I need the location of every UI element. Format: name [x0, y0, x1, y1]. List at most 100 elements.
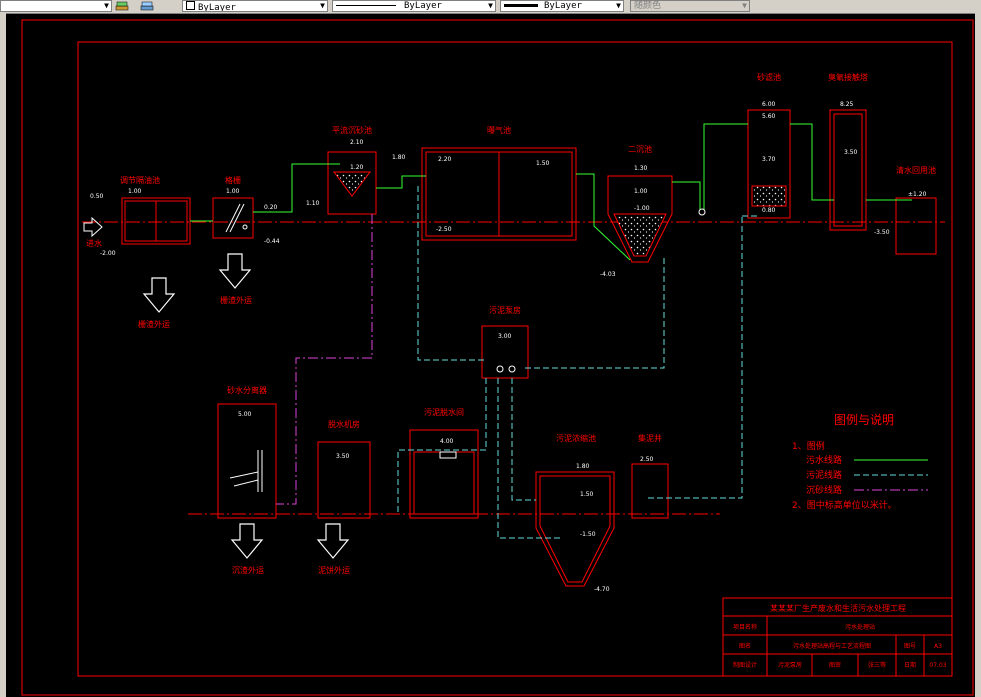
sludge-thickener-mid: -1.50 [580, 531, 596, 538]
legend-item-header: 1、图例 [792, 440, 825, 452]
screen-out: 0.20 [264, 204, 278, 211]
dewatering-room-level: 3.50 [336, 453, 350, 460]
clear-water-tank-bottom: -3.50 [874, 229, 890, 236]
grit-flow-line [276, 214, 373, 505]
layer-combo-value: ByLayer [198, 3, 236, 12]
ozone-tank-label: 臭氧接触塔 [828, 72, 868, 82]
grille-tank-label: 调节隔油池 [120, 175, 160, 185]
linetype-sample-icon [336, 5, 396, 6]
sludge-pump-house-level: 3.00 [498, 333, 512, 340]
collection-well-level: 2.50 [640, 456, 654, 463]
title-block-row4-c2: 污泥泵房 [778, 661, 802, 669]
title-block-row2-label: 项目名称 [733, 623, 757, 631]
sludge-thickener-bottom: -4.70 [594, 586, 610, 593]
dropdown-arrow-icon: ▼ [320, 1, 325, 10]
grille-tank-top: 1.00 [128, 188, 142, 195]
sludge-dewatering-room: 污泥脱水间 4.00 [409, 407, 479, 519]
clarifier-label: 二沉池 [628, 144, 652, 154]
linetype-combo-value: ByLayer [404, 1, 442, 11]
title-block-page-value: A3 [934, 643, 942, 650]
sand-filter-label: 砂滤池 [757, 72, 781, 82]
aeration-tank-bottom: -2.50 [436, 226, 452, 233]
legend: 图例与说明 1、图例 污水线路 污泥线路 沉砂线路 2、图中标高单位以米计。 [792, 412, 928, 511]
clarifier-water: 1.00 [634, 188, 648, 195]
sludge-pump-house: 污泥泵房 3.00 [481, 305, 529, 379]
screen-label: 格栅 [225, 175, 241, 185]
grit-chamber-bottom: 1.10 [306, 200, 320, 207]
dropdown-arrow-icon: ▼ [616, 1, 621, 10]
lineweight-sample-icon [504, 4, 538, 7]
sand-filter-top: 6.00 [762, 101, 776, 108]
layer-combo[interactable]: ByLayer ▼ [182, 0, 328, 12]
plotstyle-combo-value: 随颜色 [634, 1, 662, 11]
grit-chamber-top: 2.10 [350, 139, 364, 146]
clarifier-bottom: -4.03 [600, 271, 616, 278]
title-block-row3-label: 图名 [739, 642, 751, 650]
cad-drawing-canvas[interactable]: 调节隔油池 1.00 -2.00 0.50 进水 格栅 1.00 0.20 -0… [6, 13, 975, 697]
clarifier-top: 1.30 [634, 165, 648, 172]
sludge-thickener: 污泥浓缩池 1.80 1.50 -1.50 -4.70 [535, 433, 615, 593]
sand-filter-water: 5.60 [762, 113, 776, 120]
title-block-row4-c4: 张三等 [868, 661, 886, 669]
legend-title: 图例与说明 [834, 412, 894, 427]
arrow-label-4: 泥饼外运 [318, 565, 350, 575]
water-distribution-well: 砂水分离器 5.00 [217, 385, 277, 519]
secondary-clarifier: 二沉池 1.30 1.00 -1.00 -4.03 [600, 144, 673, 278]
clear-water-tank: 清水回用池 ±1.20 -3.50 [874, 165, 937, 255]
aeration-tank: 曝气池 2.20 1.50 -2.50 [421, 125, 577, 241]
inlet-label: 进水 [86, 238, 102, 248]
title-block-project: 某某某厂生产废水和生活污水处理工程 [770, 603, 906, 613]
layer-previous-icon[interactable] [140, 0, 154, 11]
legend-sludge-label: 污泥线路 [806, 469, 842, 481]
inlet-arrow-icon [83, 216, 103, 238]
sludge-flow-line [397, 186, 760, 539]
sand-filter-mid: 3.70 [762, 156, 776, 163]
sludge-dewatering-level: 4.00 [440, 438, 454, 445]
properties-toolbar: ▼ ByLayer ▼ ByLayer ▼ ByLayer ▼ 随颜色 ▼ [0, 0, 981, 14]
legend-grit-label: 沉砂线路 [806, 484, 842, 496]
screen-top: 1.00 [226, 188, 240, 195]
clear-water-tank-top: ±1.20 [908, 191, 927, 198]
clear-water-tank-label: 清水回用池 [896, 165, 936, 175]
grille-tank-bottom: -2.00 [100, 250, 116, 257]
dewatering-room-label: 脱水机房 [328, 419, 360, 429]
grit-chamber-water: 1.80 [392, 154, 406, 161]
grit-chamber: 平流沉砂池 2.10 1.80 1.20 1.10 [306, 125, 406, 215]
layer-swatch-icon [186, 1, 195, 10]
title-block-page-label: 图号 [904, 643, 916, 650]
right-border [975, 13, 981, 697]
title-block-row4-c3: 图审 [829, 661, 841, 669]
sludge-dewatering-label: 污泥脱水间 [424, 407, 464, 417]
grit-chamber-mid: 1.20 [350, 164, 364, 171]
lineweight-combo-value: ByLayer [544, 1, 582, 11]
screen-unit: 格栅 1.00 0.20 -0.44 [212, 175, 280, 245]
plotstyle-combo[interactable]: 随颜色 ▼ [630, 0, 750, 12]
legend-note: 2、图中标高单位以米计。 [792, 499, 897, 511]
sludge-collection-well: 集泥井 2.50 [631, 433, 669, 519]
dropdown-arrow-icon: ▼ [104, 1, 109, 10]
aeration-tank-top: 2.20 [438, 156, 452, 163]
title-block-row3-value: 污水处理站高程与工艺流程图 [793, 642, 871, 650]
dropdown-arrow-icon: ▼ [742, 1, 747, 10]
title-block-row4-c1: 制图设计 [733, 661, 757, 669]
clarifier-mid: -1.00 [634, 205, 650, 212]
collection-well-label: 集泥井 [638, 433, 662, 443]
sludge-pump-house-label: 污泥泵房 [489, 305, 521, 315]
title-block-row2-value: 污水处理站 [845, 623, 875, 631]
water-distribution-level: 5.00 [238, 411, 252, 418]
layer-states-icon[interactable] [115, 0, 129, 11]
aeration-tank-label: 曝气池 [487, 125, 511, 135]
grille-tank: 调节隔油池 1.00 -2.00 0.50 [90, 175, 191, 257]
sludge-thickener-water: 1.50 [580, 491, 594, 498]
color-combo-tail[interactable]: ▼ [0, 0, 112, 12]
arrow-label-1: 栅渣外运 [138, 319, 170, 329]
arrow-label-3: 沉渣外运 [232, 565, 264, 575]
sand-filter: 砂滤池 6.00 5.60 3.70 0.80 [747, 72, 791, 219]
inner-frame [77, 41, 953, 677]
linetype-combo[interactable]: ByLayer ▼ [332, 0, 496, 12]
lineweight-combo[interactable]: ByLayer ▼ [500, 0, 624, 12]
grille-tank-inlet-level: 0.50 [90, 193, 104, 200]
title-block-date-label: 日期 [904, 661, 916, 669]
screen-bottom: -0.44 [264, 238, 280, 245]
ozone-tank-water: 3.50 [844, 149, 858, 156]
